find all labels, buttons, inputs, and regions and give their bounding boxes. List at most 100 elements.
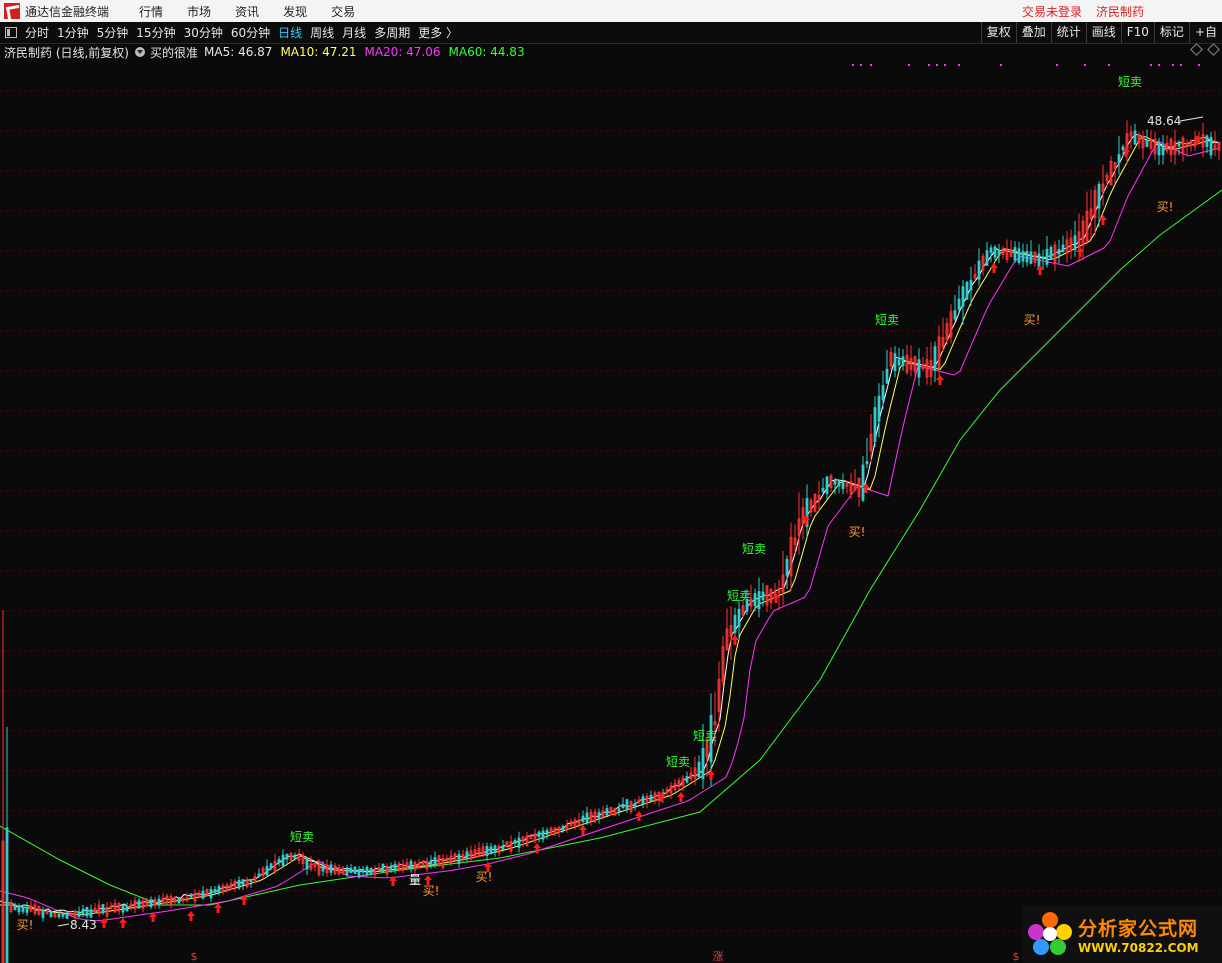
event-marker bbox=[928, 64, 930, 66]
event-marker bbox=[1150, 64, 1152, 66]
candle-body bbox=[545, 830, 549, 835]
current-stock-name[interactable]: 济民制药 bbox=[1096, 3, 1144, 20]
ma10-line bbox=[0, 135, 1221, 916]
event-marker bbox=[860, 64, 862, 66]
candle-body bbox=[77, 911, 81, 918]
candle-body bbox=[241, 879, 245, 885]
candle-body bbox=[13, 904, 17, 911]
candle-body bbox=[885, 368, 889, 384]
kline-chart[interactable]: 短卖短卖短卖短卖短卖短卖短卖买!买!买!买!买!买!量48.648.43$ 涨 $ bbox=[0, 61, 1222, 963]
candle-body bbox=[697, 761, 701, 778]
period-30min[interactable]: 30分钟 bbox=[184, 24, 223, 41]
candle-body bbox=[149, 899, 153, 908]
mark-button[interactable]: 标记 bbox=[1153, 22, 1189, 43]
sell-signal-label: 短卖 bbox=[875, 313, 899, 327]
candle-body bbox=[493, 845, 497, 853]
candle-body bbox=[785, 558, 789, 576]
candle-body bbox=[361, 868, 365, 873]
buy-arrow-icon bbox=[1099, 215, 1107, 225]
candle-body bbox=[561, 826, 565, 831]
period-toolbar: 分时 1分钟 5分钟 15分钟 30分钟 60分钟 日线 周线 月线 多周期 更… bbox=[0, 22, 1222, 44]
candle-body bbox=[281, 854, 285, 867]
menu-market[interactable]: 市场 bbox=[187, 3, 211, 20]
menu-discover[interactable]: 发现 bbox=[283, 3, 307, 20]
candle-body bbox=[285, 853, 289, 860]
period-weekly[interactable]: 周线 bbox=[310, 24, 334, 41]
period-intraday[interactable]: 分时 bbox=[25, 24, 49, 41]
formula-name[interactable]: 买的很准 bbox=[150, 44, 198, 61]
event-marker bbox=[1158, 64, 1160, 66]
expand-diamond-icon[interactable] bbox=[1207, 43, 1220, 56]
menu-market-quotes[interactable]: 行情 bbox=[139, 3, 163, 20]
candle-body bbox=[1061, 244, 1065, 253]
add-watchlist-button[interactable]: +自 bbox=[1188, 22, 1222, 43]
period-60min[interactable]: 60分钟 bbox=[231, 24, 270, 41]
f10-button[interactable]: F10 bbox=[1120, 22, 1154, 43]
candle-body bbox=[213, 888, 217, 893]
buy-signal-label: 买! bbox=[1024, 313, 1041, 327]
candle-body bbox=[989, 247, 993, 253]
period-more[interactable]: 更多 〉 bbox=[418, 24, 458, 41]
overlay-button[interactable]: 叠加 bbox=[1015, 22, 1051, 43]
formula-dropdown-icon[interactable] bbox=[135, 47, 145, 57]
candle-body bbox=[21, 906, 25, 912]
event-marker bbox=[1108, 64, 1110, 66]
candle-body bbox=[457, 854, 461, 865]
candle-body bbox=[861, 464, 865, 501]
period-monthly[interactable]: 月线 bbox=[342, 24, 366, 41]
sell-signal-label: 短卖 bbox=[666, 755, 690, 769]
candle-body bbox=[5, 827, 9, 963]
candle-body bbox=[517, 837, 521, 848]
buy-arrow-icon bbox=[187, 911, 195, 921]
adjust-button[interactable]: 复权 bbox=[980, 22, 1016, 43]
candle-body bbox=[353, 866, 357, 874]
candle-body bbox=[837, 481, 841, 487]
candle-body bbox=[485, 846, 489, 857]
candle-body bbox=[25, 906, 29, 913]
indicator-info-line: 济民制药 (日线,前复权) 买的很准 MA5: 46.87 MA10: 47.2… bbox=[0, 43, 1222, 61]
candle-body bbox=[321, 866, 325, 872]
candle-body bbox=[585, 812, 589, 824]
candle-body bbox=[189, 893, 193, 898]
trade-login-status[interactable]: 交易未登录 bbox=[1022, 3, 1082, 20]
menu-news[interactable]: 资讯 bbox=[235, 3, 259, 20]
buy-arrow-icon bbox=[119, 918, 127, 928]
candle-body bbox=[997, 250, 1001, 256]
candle-body bbox=[633, 803, 637, 807]
candle-body bbox=[833, 480, 837, 485]
candle-body bbox=[433, 857, 437, 865]
watermark-url: WWW.70822.COM bbox=[1078, 940, 1199, 955]
draw-line-button[interactable]: 画线 bbox=[1085, 22, 1121, 43]
sidebar-toggle-icon[interactable] bbox=[5, 27, 17, 38]
candle-body bbox=[877, 395, 881, 422]
candle-body bbox=[1117, 154, 1121, 164]
candle-body bbox=[1045, 248, 1049, 265]
candle-body bbox=[701, 748, 705, 780]
watermark-title: 分析家公式网 bbox=[1078, 917, 1199, 940]
candle-body bbox=[177, 897, 181, 904]
buy-signal-label: 买! bbox=[1157, 200, 1174, 214]
candle-body bbox=[1073, 235, 1077, 251]
candle-body bbox=[349, 867, 353, 874]
event-marker bbox=[908, 64, 910, 66]
period-15min[interactable]: 15分钟 bbox=[136, 24, 175, 41]
period-1min[interactable]: 1分钟 bbox=[57, 24, 89, 41]
period-5min[interactable]: 5分钟 bbox=[97, 24, 129, 41]
candle-body bbox=[269, 863, 273, 870]
period-daily[interactable]: 日线 bbox=[278, 24, 302, 41]
candle-body bbox=[513, 839, 517, 844]
event-marker bbox=[1198, 64, 1200, 66]
period-multi[interactable]: 多周期 bbox=[374, 24, 410, 41]
event-marker bbox=[944, 64, 946, 66]
candle-body bbox=[61, 913, 65, 917]
event-marker bbox=[870, 64, 872, 66]
statistics-button[interactable]: 统计 bbox=[1050, 22, 1086, 43]
ma60-value: MA60: 44.83 bbox=[448, 45, 525, 59]
stock-period-label: 济民制药 (日线,前复权) bbox=[4, 45, 129, 60]
menu-trade[interactable]: 交易 bbox=[331, 3, 355, 20]
collapse-diamond-icon[interactable] bbox=[1190, 43, 1203, 56]
candle-body bbox=[409, 860, 413, 870]
candle-body bbox=[581, 815, 585, 822]
buy-arrow-icon bbox=[635, 811, 643, 821]
candle-body bbox=[961, 286, 965, 307]
